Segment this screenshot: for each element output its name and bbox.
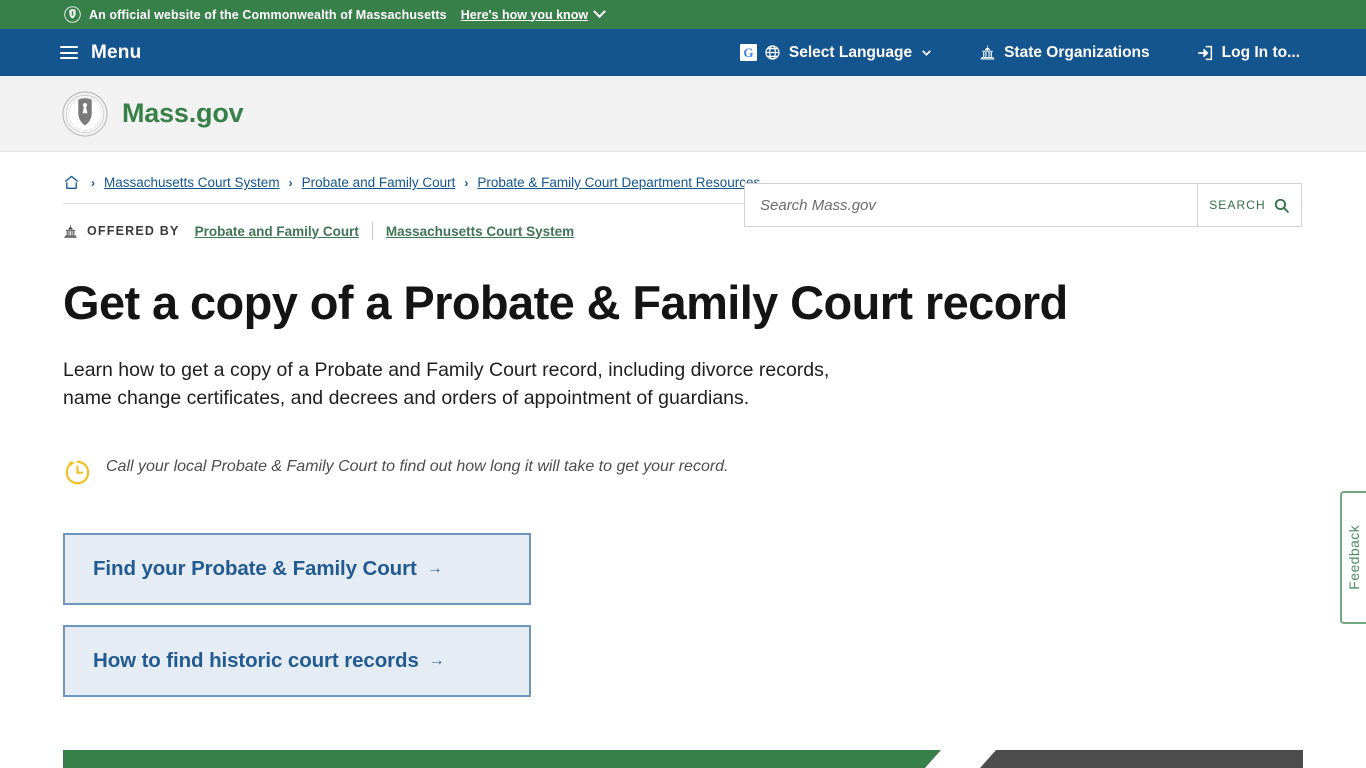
select-language-label: Select Language xyxy=(788,43,913,61)
feedback-tab-label: Feedback xyxy=(1346,525,1362,590)
brand-name: Mass.gov xyxy=(122,98,244,128)
mass-gov-logo-link[interactable]: Mass.gov xyxy=(62,90,244,137)
capitol-building-icon xyxy=(63,224,78,239)
processing-time-notice: Call your local Probate & Family Court t… xyxy=(63,457,1303,487)
google-translate-icon: G xyxy=(739,44,757,61)
chevron-down-icon xyxy=(593,5,606,19)
breadcrumb-item-2[interactable]: Probate & Family Court Department Resour… xyxy=(477,175,760,190)
find-your-probate-family-court-button[interactable]: Find your Probate & Family Court → xyxy=(63,533,531,606)
state-organizations-label: State Organizations xyxy=(1004,43,1150,61)
state-seal-icon xyxy=(64,6,81,23)
mass-state-seal-icon xyxy=(62,90,108,137)
action-label-1: How to find historic court records xyxy=(93,649,419,673)
decorative-footer-bars xyxy=(0,748,1366,768)
home-icon[interactable] xyxy=(63,174,80,191)
offered-by-agency-0[interactable]: Probate and Family Court xyxy=(195,224,359,239)
processing-time-notice-text: Call your local Probate & Family Court t… xyxy=(106,458,729,476)
gov-banner-text: An official website of the Commonwealth … xyxy=(89,7,447,22)
search-input[interactable] xyxy=(744,183,1197,227)
search-button-label: SEARCH xyxy=(1209,198,1266,212)
action-button-group: Find your Probate & Family Court → How t… xyxy=(63,533,1303,698)
page-title: Get a copy of a Probate & Family Court r… xyxy=(63,276,1068,329)
feedback-tab[interactable]: Feedback xyxy=(1340,491,1366,624)
how-to-find-historic-court-records-button[interactable]: How to find historic court records → xyxy=(63,625,531,698)
globe-icon xyxy=(764,44,781,61)
hamburger-menu-icon xyxy=(60,46,78,59)
footer-bar-dark xyxy=(980,750,1303,768)
breadcrumb-item-1[interactable]: Probate and Family Court xyxy=(302,175,456,190)
arrow-right-icon: → xyxy=(426,560,443,578)
offered-by-agency-1[interactable]: Massachusetts Court System xyxy=(386,224,574,239)
log-in-label: Log In to... xyxy=(1221,43,1300,61)
breadcrumb-separator-2: › xyxy=(464,175,469,190)
search-button[interactable]: SEARCH xyxy=(1197,183,1302,227)
login-arrow-icon xyxy=(1196,44,1214,62)
footer-bar-green xyxy=(63,750,941,768)
breadcrumb-separator-1: › xyxy=(288,175,293,190)
site-search: SEARCH xyxy=(744,183,1302,227)
clock-arrow-icon xyxy=(63,458,92,487)
main-navigation-bar: Menu G Select Language State Organizatio… xyxy=(0,29,1366,76)
page-content: › Massachusetts Court System › Probate a… xyxy=(0,152,1366,698)
magnifier-icon xyxy=(1273,197,1290,214)
action-label-0: Find your Probate & Family Court xyxy=(93,557,417,581)
offered-by-label: OFFERED BY xyxy=(87,224,180,238)
breadcrumb-separator-0: › xyxy=(91,175,95,190)
state-organizations-button[interactable]: State Organizations xyxy=(979,44,1150,62)
nav-right-group: G Select Language State Organizations Lo… xyxy=(739,29,1366,76)
capitol-building-icon xyxy=(979,44,996,61)
breadcrumb-item-0[interactable]: Massachusetts Court System xyxy=(104,175,280,190)
menu-button[interactable]: Menu xyxy=(60,42,141,64)
official-government-banner: An official website of the Commonwealth … xyxy=(0,0,1366,29)
site-header: Mass.gov SEARCH xyxy=(0,76,1366,227)
select-language-button[interactable]: G Select Language xyxy=(739,43,933,62)
chevron-down-icon xyxy=(922,50,931,56)
heres-how-you-know-link[interactable]: Here's how you know xyxy=(460,5,606,22)
page-description: Learn how to get a copy of a Probate and… xyxy=(63,358,830,410)
menu-button-label: Menu xyxy=(91,41,142,63)
arrow-right-icon: → xyxy=(428,652,445,670)
log-in-button[interactable]: Log In to... xyxy=(1196,44,1300,62)
agency-divider xyxy=(371,222,373,240)
heres-how-you-know-label: Here's how you know xyxy=(460,7,589,22)
